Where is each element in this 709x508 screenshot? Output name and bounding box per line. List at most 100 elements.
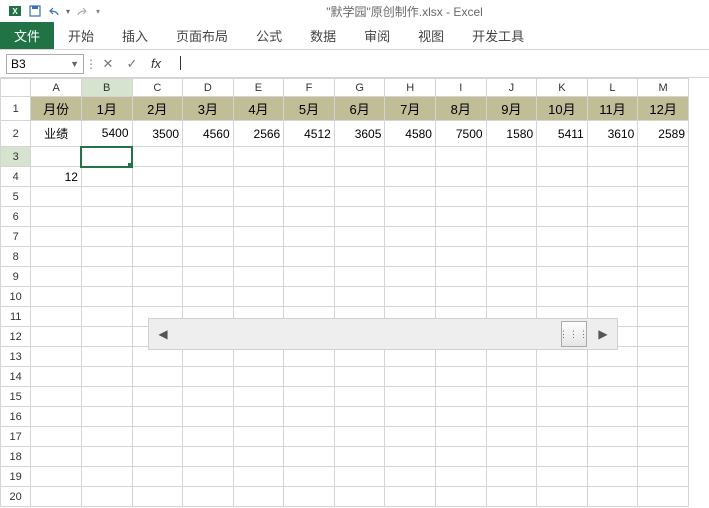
cell-C18[interactable] [132, 447, 183, 467]
cell-M6[interactable] [638, 207, 689, 227]
tab-review[interactable]: 审阅 [350, 22, 404, 49]
row-header-16[interactable]: 16 [1, 407, 31, 427]
cell-H19[interactable] [385, 467, 436, 487]
cell-A6[interactable] [31, 207, 82, 227]
cell-H6[interactable] [385, 207, 436, 227]
cell-H1[interactable]: 7月 [385, 97, 436, 121]
cell-M8[interactable] [638, 247, 689, 267]
cell-D9[interactable] [183, 267, 234, 287]
cell-K18[interactable] [537, 447, 588, 467]
cell-B1[interactable]: 1月 [81, 97, 132, 121]
name-box[interactable]: B3 ▼ [6, 54, 84, 74]
tab-home[interactable]: 开始 [54, 22, 108, 49]
spreadsheet-grid[interactable]: ABCDEFGHIJKLM1月份1月2月3月4月5月6月7月8月9月10月11月… [0, 78, 709, 508]
cell-F7[interactable] [284, 227, 335, 247]
cell-G14[interactable] [334, 367, 385, 387]
cell-F10[interactable] [284, 287, 335, 307]
cell-B5[interactable] [81, 187, 132, 207]
cell-K1[interactable]: 10月 [537, 97, 588, 121]
cell-I6[interactable] [435, 207, 486, 227]
cell-L18[interactable] [587, 447, 638, 467]
cell-J6[interactable] [486, 207, 537, 227]
cell-B11[interactable] [81, 307, 132, 327]
cell-E8[interactable] [233, 247, 284, 267]
cell-I16[interactable] [435, 407, 486, 427]
cell-H14[interactable] [385, 367, 436, 387]
cell-D15[interactable] [183, 387, 234, 407]
cell-G18[interactable] [334, 447, 385, 467]
cell-H9[interactable] [385, 267, 436, 287]
cell-I17[interactable] [435, 427, 486, 447]
cell-J1[interactable]: 9月 [486, 97, 537, 121]
cell-H5[interactable] [385, 187, 436, 207]
cell-A18[interactable] [31, 447, 82, 467]
cell-I15[interactable] [435, 387, 486, 407]
cell-F6[interactable] [284, 207, 335, 227]
cell-F18[interactable] [284, 447, 335, 467]
cell-H2[interactable]: 4580 [385, 121, 436, 147]
cell-M4[interactable] [638, 167, 689, 187]
redo-icon[interactable] [72, 2, 90, 20]
cell-J17[interactable] [486, 427, 537, 447]
cell-C10[interactable] [132, 287, 183, 307]
cell-B7[interactable] [81, 227, 132, 247]
cell-A4[interactable]: 12 [31, 167, 82, 187]
cell-L6[interactable] [587, 207, 638, 227]
col-header-I[interactable]: I [435, 79, 486, 97]
cell-M18[interactable] [638, 447, 689, 467]
cell-I4[interactable] [435, 167, 486, 187]
cell-K3[interactable] [537, 147, 588, 167]
cell-G20[interactable] [334, 487, 385, 507]
cell-D18[interactable] [183, 447, 234, 467]
cell-L20[interactable] [587, 487, 638, 507]
cell-I2[interactable]: 7500 [435, 121, 486, 147]
cell-M20[interactable] [638, 487, 689, 507]
cell-I1[interactable]: 8月 [435, 97, 486, 121]
cell-D5[interactable] [183, 187, 234, 207]
cell-A5[interactable] [31, 187, 82, 207]
cell-J16[interactable] [486, 407, 537, 427]
cell-J9[interactable] [486, 267, 537, 287]
cell-G6[interactable] [334, 207, 385, 227]
cell-E2[interactable]: 2566 [233, 121, 284, 147]
cell-B15[interactable] [81, 387, 132, 407]
cell-B10[interactable] [81, 287, 132, 307]
cell-E19[interactable] [233, 467, 284, 487]
cell-I19[interactable] [435, 467, 486, 487]
cell-B3[interactable] [81, 147, 132, 167]
cell-F2[interactable]: 4512 [284, 121, 335, 147]
cell-H8[interactable] [385, 247, 436, 267]
col-header-A[interactable]: A [31, 79, 82, 97]
scroll-thumb[interactable]: ⋮⋮⋮ [561, 321, 587, 347]
row-header-7[interactable]: 7 [1, 227, 31, 247]
cell-G10[interactable] [334, 287, 385, 307]
tab-file[interactable]: 文件 [0, 22, 54, 49]
row-header-1[interactable]: 1 [1, 97, 31, 121]
cell-A8[interactable] [31, 247, 82, 267]
cell-M2[interactable]: 2589 [638, 121, 689, 147]
cell-K4[interactable] [537, 167, 588, 187]
cell-H18[interactable] [385, 447, 436, 467]
cell-L17[interactable] [587, 427, 638, 447]
cell-J10[interactable] [486, 287, 537, 307]
cell-I14[interactable] [435, 367, 486, 387]
cell-J15[interactable] [486, 387, 537, 407]
col-header-B[interactable]: B [81, 79, 132, 97]
row-header-12[interactable]: 12 [1, 327, 31, 347]
cell-B2[interactable]: 5400 [81, 121, 132, 147]
row-header-6[interactable]: 6 [1, 207, 31, 227]
row-header-14[interactable]: 14 [1, 367, 31, 387]
cell-I5[interactable] [435, 187, 486, 207]
cell-M3[interactable] [638, 147, 689, 167]
cell-A9[interactable] [31, 267, 82, 287]
cell-B6[interactable] [81, 207, 132, 227]
cell-I9[interactable] [435, 267, 486, 287]
cell-G19[interactable] [334, 467, 385, 487]
cell-I8[interactable] [435, 247, 486, 267]
col-header-K[interactable]: K [537, 79, 588, 97]
cell-L1[interactable]: 11月 [587, 97, 638, 121]
cancel-icon[interactable]: ✕ [98, 54, 118, 74]
cell-F17[interactable] [284, 427, 335, 447]
cell-F5[interactable] [284, 187, 335, 207]
cell-J20[interactable] [486, 487, 537, 507]
